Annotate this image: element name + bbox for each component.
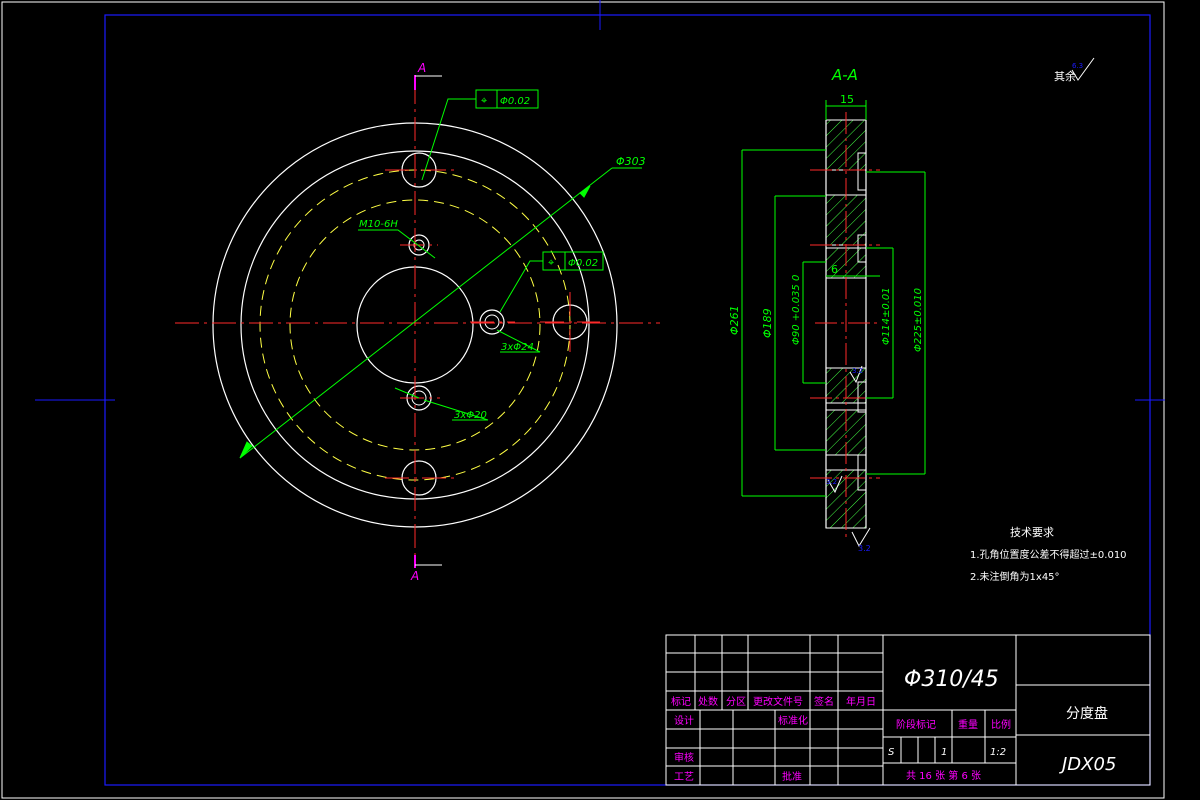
title-block: Φ310/45 分度盘 JDX05 标记 处数 分区 更改文件号 签名 年月日 … bbox=[665, 634, 1151, 786]
stage-s: S bbox=[888, 747, 895, 758]
roughness-mid-value: 3.2 bbox=[852, 367, 863, 375]
step-dim-label: 6 bbox=[831, 263, 838, 276]
thread-label: M10-6H bbox=[359, 219, 398, 230]
row-label-zone: 分区 bbox=[726, 696, 746, 708]
dim-225: Φ225±0.010 bbox=[913, 288, 924, 352]
tech-req-title: 技术要求 bbox=[1010, 526, 1054, 539]
weight-label: 重量 bbox=[958, 718, 978, 731]
tech-req-line-2: 2.未注倒角为1x45° bbox=[970, 570, 1060, 583]
roughness-bottom-value: 3.2 bbox=[858, 544, 871, 553]
dim-outer-261: Φ261 bbox=[728, 305, 741, 335]
stage-mark-label: 阶段标记 bbox=[896, 718, 936, 731]
part-spec: Φ310/45 bbox=[904, 667, 999, 692]
approve-label: 批准 bbox=[782, 770, 802, 783]
outer-diameter-label: Φ303 bbox=[616, 155, 646, 168]
cut-mark-top bbox=[414, 75, 442, 90]
dim-90: Φ90 +0.035 0 bbox=[791, 275, 802, 345]
roughness-rest-note: 其余 6.3 bbox=[1054, 57, 1095, 83]
row-label-signature: 签名 bbox=[814, 695, 834, 708]
position-tol-value-1: Φ0.02 bbox=[500, 96, 530, 107]
drawing-number: JDX05 bbox=[1059, 754, 1116, 775]
stage-1: 1 bbox=[941, 747, 947, 758]
front-view: A A Φ303 ⌖ Φ0.02 ⌖ Φ0.02 M10-6H 3xΦ24 3x… bbox=[175, 61, 660, 583]
cut-mark-bottom bbox=[414, 555, 442, 568]
row-label-date: 年月日 bbox=[846, 695, 876, 708]
cut-label-bottom: A bbox=[410, 569, 419, 583]
hole-label-1: 3xΦ24 bbox=[501, 342, 534, 353]
dim-114: Φ114±0.01 bbox=[881, 287, 892, 345]
scale-value: 1:2 bbox=[990, 747, 1006, 758]
sheets-label: 共 16 张 第 6 张 bbox=[906, 769, 981, 782]
position-tol-icon: ⌖ bbox=[481, 94, 487, 107]
dim-189: Φ189 bbox=[761, 308, 774, 338]
standardize-label: 标准化 bbox=[778, 714, 808, 727]
tech-requirements: 技术要求 1.孔角位置度公差不得超过±0.010 2.未注倒角为1x45° bbox=[970, 526, 1127, 583]
drawing-canvas: A A Φ303 ⌖ Φ0.02 ⌖ Φ0.02 M10-6H 3xΦ24 3x… bbox=[1, 0, 1165, 799]
section-view: A-A 15 6 Φ261 Φ189 Φ90 +0.035 0 Φ114±0.0… bbox=[728, 66, 926, 553]
hole-label-2: 3xΦ20 bbox=[454, 410, 487, 421]
position-tol-icon-2: ⌖ bbox=[548, 256, 554, 269]
position-tol-value-2: Φ0.02 bbox=[568, 258, 598, 269]
row-label-change-doc: 更改文件号 bbox=[753, 695, 803, 708]
review-label: 审核 bbox=[674, 751, 694, 764]
row-label-count: 处数 bbox=[698, 695, 718, 708]
section-label: A-A bbox=[831, 66, 858, 84]
tech-req-line-1: 1.孔角位置度公差不得超过±0.010 bbox=[970, 548, 1127, 561]
roughness-rest-value: 6.3 bbox=[1072, 62, 1083, 70]
scale-label: 比例 bbox=[991, 718, 1011, 731]
design-label: 设计 bbox=[674, 714, 694, 727]
row-label-mark: 标记 bbox=[671, 696, 691, 708]
cut-label-top: A bbox=[417, 61, 426, 75]
part-name: 分度盘 bbox=[1066, 705, 1108, 722]
process-label: 工艺 bbox=[674, 771, 694, 783]
width-dim-label: 15 bbox=[840, 93, 854, 106]
roughness-left-value: 3.2 bbox=[826, 478, 837, 486]
